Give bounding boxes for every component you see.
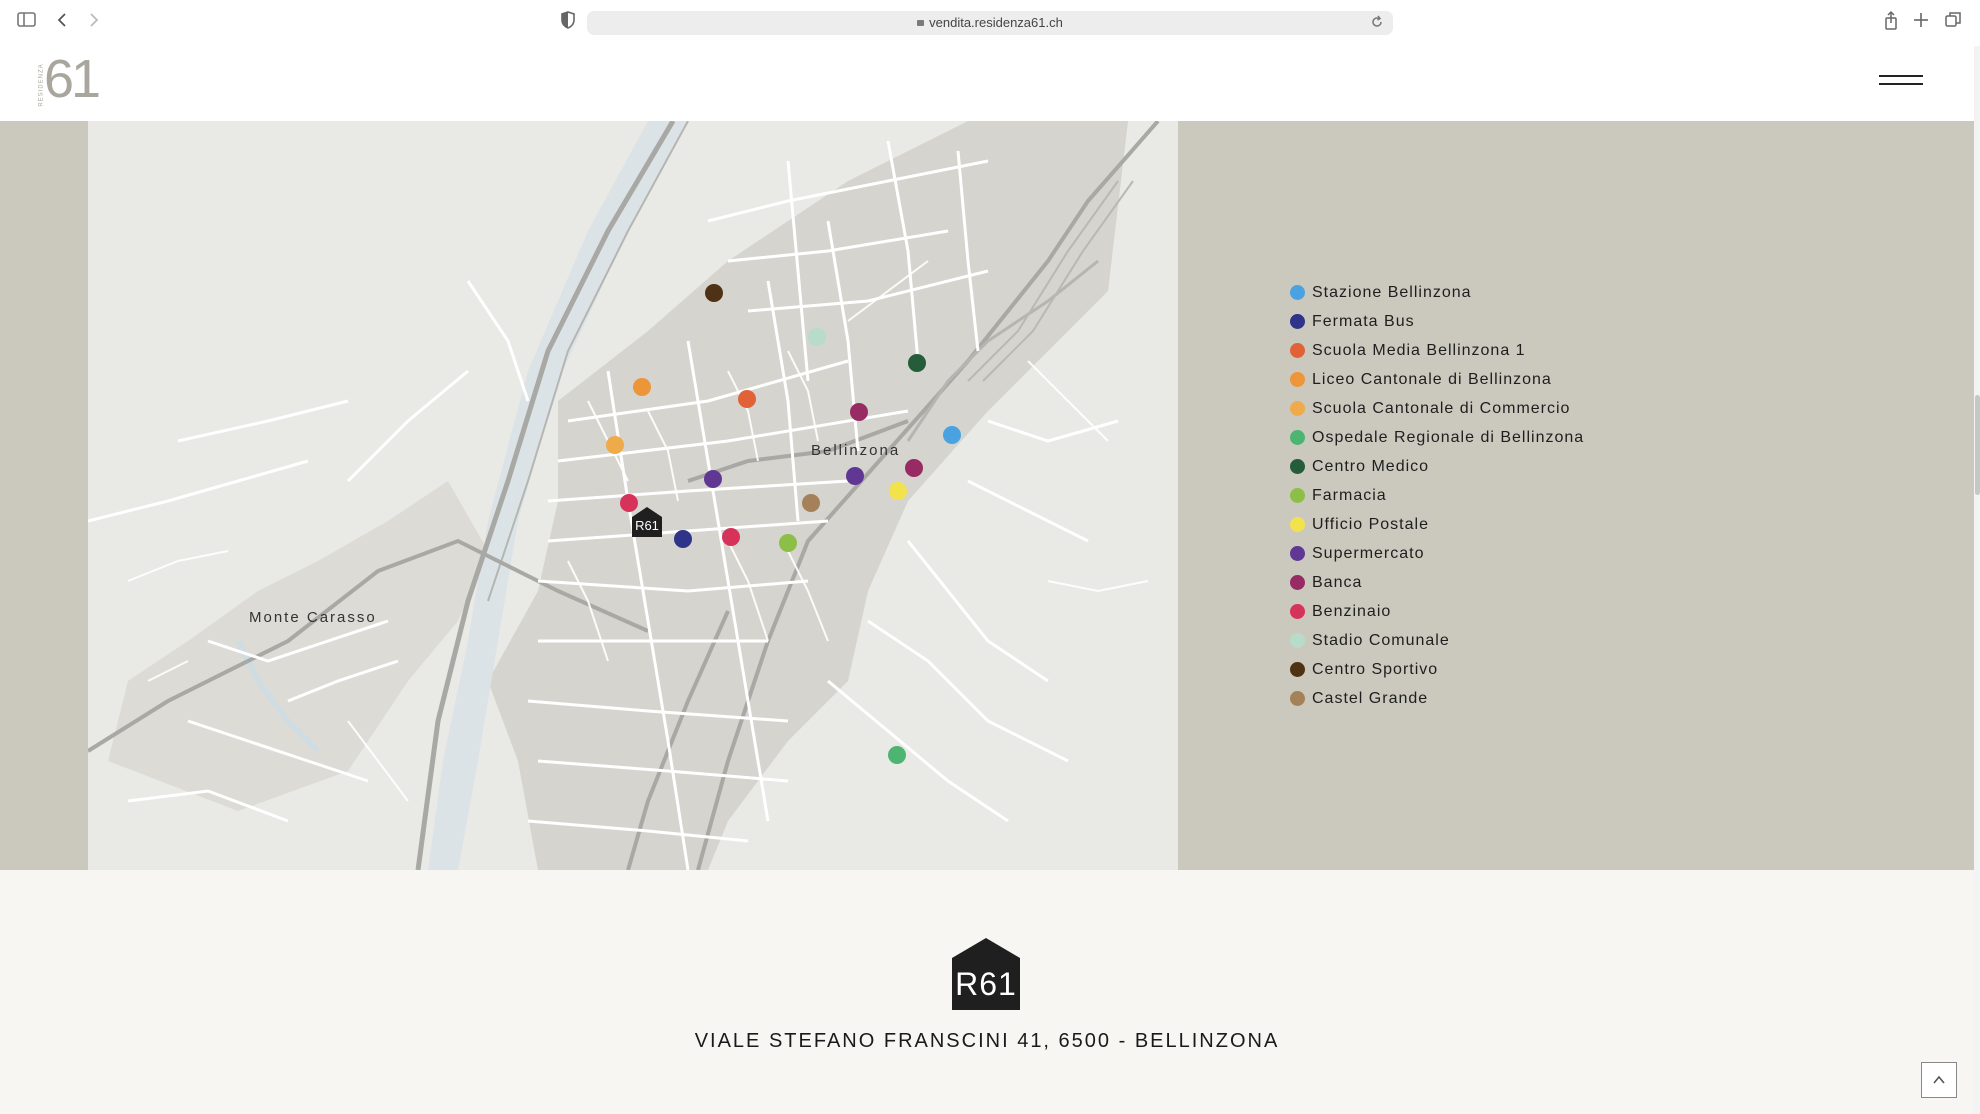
legend-label: Centro Sportivo [1312, 661, 1439, 678]
site-logo[interactable]: RESIDENZA 61 [34, 49, 101, 110]
map-poi-marker[interactable] [674, 530, 692, 548]
new-tab-icon[interactable] [1908, 10, 1934, 36]
legend-dot-icon [1290, 488, 1305, 503]
share-icon[interactable] [1878, 10, 1904, 36]
legend-dot-icon [1290, 285, 1305, 300]
legend-label: Benzinaio [1312, 603, 1392, 620]
legend-label: Castel Grande [1312, 690, 1429, 707]
legend-dot-icon [1290, 430, 1305, 445]
map-poi-marker[interactable] [808, 328, 826, 346]
legend-label: Ospedale Regionale di Bellinzona [1312, 429, 1585, 446]
legend-dot-icon [1290, 662, 1305, 677]
site-header: RESIDENZA 61 [0, 46, 1974, 121]
map-poi-marker[interactable] [738, 390, 756, 408]
lock-icon [917, 20, 925, 26]
map-poi-marker[interactable] [704, 470, 722, 488]
map-poi-marker[interactable] [606, 436, 624, 454]
browser-toolbar: vendita.residenza61.ch [0, 0, 1980, 46]
location-map[interactable]: Bellinzona Monte Carasso R61 [88, 121, 1178, 870]
logo-number: 61 [44, 49, 101, 109]
legend-dot-icon [1290, 459, 1305, 474]
sidebar-icon[interactable] [14, 10, 40, 36]
legend-label: Centro Medico [1312, 458, 1430, 475]
map-section: Bellinzona Monte Carasso R61 Stazione Be… [0, 121, 1974, 870]
legend-label: Scuola Media Bellinzona 1 [1312, 342, 1526, 359]
url-text[interactable]: vendita.residenza61.ch [587, 11, 1393, 35]
footer-logo[interactable]: R61 [952, 938, 1020, 1010]
legend-label: Fermata Bus [1312, 313, 1415, 330]
forward-icon[interactable] [80, 10, 106, 36]
hamburger-menu-icon[interactable] [1879, 75, 1923, 87]
map-poi-marker[interactable] [802, 494, 820, 512]
map-poi-marker[interactable] [779, 534, 797, 552]
back-icon[interactable] [50, 10, 76, 36]
legend-dot-icon [1290, 633, 1305, 648]
legend-dot-icon [1290, 546, 1305, 561]
legend-dot-icon [1290, 372, 1305, 387]
legend-dot-icon [1290, 691, 1305, 706]
map-poi-marker[interactable] [722, 528, 740, 546]
scrollbar-thumb[interactable] [1975, 395, 1980, 495]
residence-marker-label: R61 [635, 518, 659, 533]
tabs-overview-icon[interactable] [1940, 10, 1966, 36]
footer-address: VIALE STEFANO FRANSCINI 41, 6500 - BELLI… [694, 1030, 1280, 1052]
legend-label: Liceo Cantonale di Bellinzona [1312, 371, 1552, 388]
map-poi-marker[interactable] [943, 426, 961, 444]
map-poi-marker[interactable] [620, 494, 638, 512]
legend-dot-icon [1290, 517, 1305, 532]
legend-label: Supermercato [1312, 545, 1425, 562]
page-scrollbar[interactable] [1974, 46, 1980, 1114]
map-poi-marker[interactable] [905, 459, 923, 477]
reload-icon[interactable] [1369, 14, 1385, 34]
legend-label: Stazione Bellinzona [1312, 284, 1472, 301]
legend-dot-icon [1290, 343, 1305, 358]
legend-label: Stadio Comunale [1312, 632, 1450, 649]
site-footer: R61 VIALE STEFANO FRANSCINI 41, 6500 - B… [0, 870, 1974, 1114]
legend-label: Farmacia [1312, 487, 1387, 504]
legend-label: Banca [1312, 574, 1363, 591]
footer-logo-text: R61 [955, 966, 1017, 1002]
map-poi-marker[interactable] [850, 403, 868, 421]
legend-label: Ufficio Postale [1312, 516, 1429, 533]
legend-dot-icon [1290, 401, 1305, 416]
map-poi-marker[interactable] [888, 746, 906, 764]
legend-dot-icon [1290, 314, 1305, 329]
map-label-bellinzona: Bellinzona [811, 442, 901, 459]
shield-icon[interactable] [555, 10, 581, 36]
map-poi-marker[interactable] [633, 378, 651, 396]
legend-dot-icon [1290, 575, 1305, 590]
legend-dot-icon [1290, 604, 1305, 619]
legend-label: Scuola Cantonale di Commercio [1312, 400, 1571, 417]
map-poi-marker[interactable] [889, 482, 907, 500]
residence-marker[interactable]: R61 [632, 507, 662, 537]
map-poi-marker[interactable] [908, 354, 926, 372]
address-bar[interactable]: vendita.residenza61.ch [587, 11, 1393, 35]
map-poi-marker[interactable] [705, 284, 723, 302]
map-label-monte-carasso: Monte Carasso [249, 609, 377, 626]
chevron-up-icon[interactable] [1921, 1062, 1957, 1098]
map-poi-marker[interactable] [846, 467, 864, 485]
